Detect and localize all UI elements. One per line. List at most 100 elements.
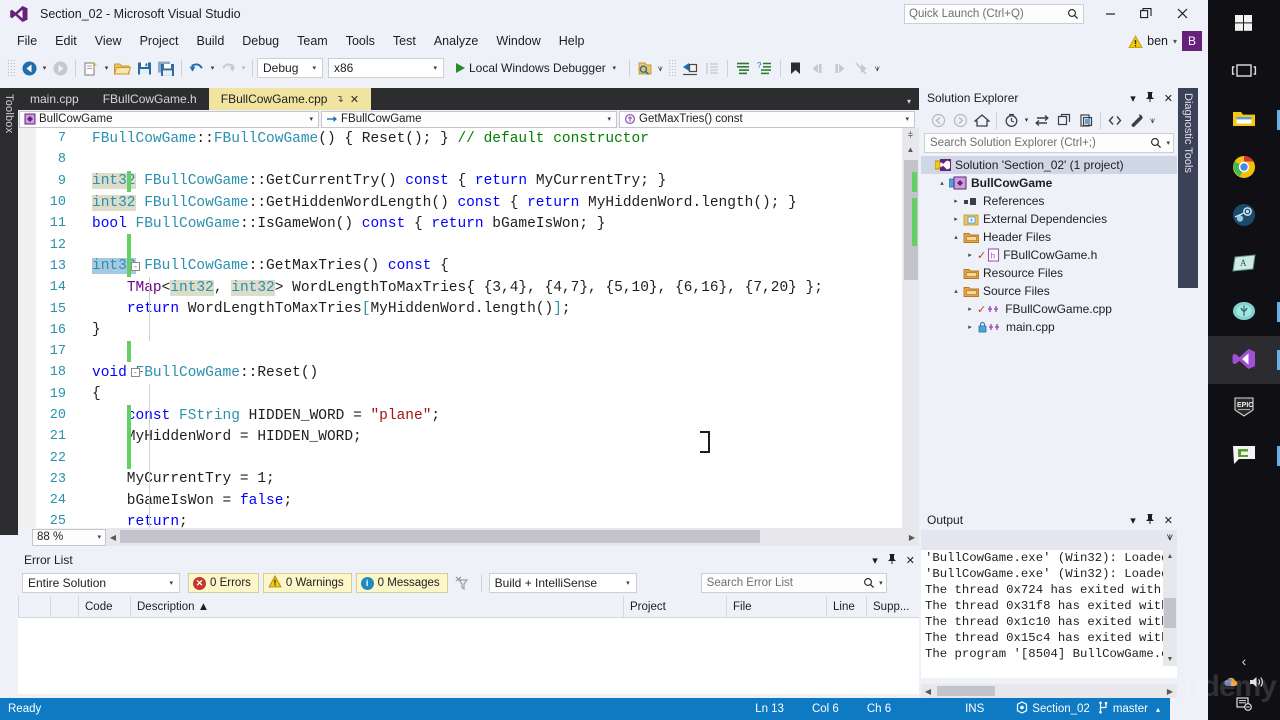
expander-icon[interactable]: ▸ — [963, 305, 977, 313]
pin-icon[interactable] — [1145, 91, 1155, 105]
next-bookmark-icon[interactable] — [829, 57, 851, 79]
redo-dropdown[interactable]: ▾ — [239, 64, 248, 72]
toolbox-tab[interactable]: Toolbox — [0, 88, 18, 535]
back-icon[interactable] — [927, 109, 949, 131]
notifications-icon[interactable] — [1235, 696, 1253, 714]
error-list-body[interactable] — [18, 618, 919, 694]
output-vertical-scrollbar[interactable]: ▲ ▼ — [1163, 550, 1177, 666]
new-project-icon[interactable] — [80, 57, 102, 79]
sync-with-active-document-icon[interactable] — [1031, 109, 1053, 131]
expander-icon[interactable]: ▴ — [949, 233, 963, 241]
scroll-right-arrow-icon[interactable]: ▶ — [905, 533, 919, 542]
menu-item-window[interactable]: Window — [487, 32, 549, 50]
bookmark-icon[interactable] — [785, 57, 807, 79]
warning-triangle-icon[interactable] — [1128, 35, 1142, 48]
close-icon[interactable]: ✕ — [906, 554, 915, 567]
scroll-left-arrow-icon[interactable]: ◀ — [106, 533, 120, 542]
menu-item-test[interactable]: Test — [384, 32, 425, 50]
scroll-left-arrow-icon[interactable]: ◀ — [921, 687, 935, 696]
taskbar-item-file-explorer[interactable] — [1208, 96, 1280, 144]
taskbar-item-windows-start[interactable] — [1208, 0, 1280, 48]
menu-item-team[interactable]: Team — [288, 32, 337, 50]
open-file-icon[interactable] — [111, 57, 133, 79]
volume-icon[interactable] — [1248, 675, 1265, 692]
close-icon[interactable]: ✕ — [350, 93, 359, 106]
avatar[interactable]: B — [1182, 31, 1202, 51]
zoom-level-combo[interactable]: 88 % ▾ — [32, 529, 106, 546]
preview-selected-items-icon[interactable] — [1075, 109, 1097, 131]
taskbar-item-camtasia[interactable] — [1208, 432, 1280, 480]
column-header-suppression[interactable]: Supp... — [866, 596, 919, 618]
taskbar-item-steam[interactable] — [1208, 192, 1280, 240]
column-header-file[interactable]: File — [726, 596, 826, 618]
menu-item-file[interactable]: File — [8, 32, 46, 50]
step-into-icon[interactable] — [679, 57, 701, 79]
navigate-back-dropdown[interactable]: ▾ — [40, 64, 49, 72]
tree-item-project-bullcowgame[interactable]: ▴ BullCowGame — [921, 174, 1177, 192]
new-project-dropdown[interactable]: ▾ — [102, 64, 111, 72]
pin-icon[interactable] — [1145, 513, 1155, 527]
expander-icon[interactable]: ▴ — [935, 179, 949, 187]
toolbar-overflow-icon[interactable]: ⩛ — [1167, 531, 1173, 544]
show-all-files-icon[interactable] — [1104, 109, 1126, 131]
toolbar-overflow-icon[interactable]: ⩛ — [873, 63, 882, 74]
find-in-files-icon[interactable] — [634, 57, 656, 79]
tree-item-external-dependencies[interactable]: ▸ External Dependencies — [921, 210, 1177, 228]
close-icon[interactable]: ✕ — [1164, 514, 1173, 527]
scroll-down-arrow-icon[interactable]: ▼ — [1163, 653, 1177, 666]
tree-item-solution[interactable]: Solution 'Section_02' (1 project) — [921, 156, 1177, 174]
taskbar-item-epic-games[interactable]: EPIC — [1208, 384, 1280, 432]
solution-platform-combo[interactable]: x86 ▾ — [328, 58, 444, 78]
restore-button[interactable] — [1128, 2, 1164, 24]
build-filter-combo[interactable]: Build + IntelliSense ▾ — [489, 573, 637, 593]
toolbar-overflow-icon[interactable]: ⩛ — [656, 63, 665, 74]
previous-bookmark-icon[interactable] — [807, 57, 829, 79]
taskbar-item-unreal-engine[interactable] — [1208, 288, 1280, 336]
pin-icon[interactable]: ↴ — [335, 94, 343, 105]
chevron-down-icon[interactable]: ▾ — [875, 579, 883, 587]
panel-menu-icon[interactable]: ▾ — [1130, 514, 1136, 527]
menu-item-analyze[interactable]: Analyze — [425, 32, 487, 50]
undo-dropdown[interactable]: ▾ — [208, 64, 217, 72]
toolbar-grip[interactable] — [668, 59, 676, 77]
save-all-icon[interactable] — [155, 57, 177, 79]
scroll-up-arrow-icon[interactable]: ▲ — [1163, 550, 1177, 563]
start-debugging-button[interactable]: Local Windows Debugger ▾ — [452, 61, 623, 75]
editor-vertical-scrollbar[interactable]: ⫩ ▲ — [902, 128, 919, 528]
expander-icon[interactable]: ▸ — [963, 251, 977, 259]
column-header-line[interactable]: Line — [826, 596, 866, 618]
scroll-up-arrow-icon[interactable]: ▲ — [902, 142, 919, 156]
tree-item-main-cpp[interactable]: ▸ main.cpp — [921, 318, 1177, 336]
taskbar-item-visual-studio[interactable] — [1208, 336, 1280, 384]
fold-toggle-icon[interactable]: - — [131, 368, 140, 377]
tree-item-source-files[interactable]: ▴ Source Files — [921, 282, 1177, 300]
split-view-icon[interactable]: ⫩ — [902, 128, 919, 142]
chevron-down-icon[interactable]: ▾ — [1162, 139, 1170, 147]
toolbar-grip[interactable] — [7, 59, 15, 77]
user-name[interactable]: ben — [1147, 34, 1168, 48]
chevron-down-icon[interactable]: ▾ — [1173, 37, 1177, 46]
toolbar-overflow-icon[interactable]: ⩛ — [1148, 115, 1157, 126]
close-icon[interactable]: ✕ — [1164, 92, 1173, 105]
expander-icon[interactable]: ▸ — [949, 197, 963, 205]
warnings-filter-button[interactable]: 0 Warnings — [263, 573, 352, 593]
column-header-description[interactable]: Description ▲ — [130, 596, 623, 618]
column-header-icon[interactable] — [18, 596, 50, 618]
editor-horizontal-scrollbar[interactable]: ◀ ▶ — [106, 528, 919, 546]
menu-item-tools[interactable]: Tools — [337, 32, 384, 50]
column-header-project[interactable]: Project — [623, 596, 726, 618]
scroll-right-arrow-icon[interactable]: ▶ — [1163, 687, 1177, 696]
solution-configuration-combo[interactable]: Debug ▾ — [257, 58, 323, 78]
quick-launch-input[interactable]: Quick Launch (Ctrl+Q) — [904, 4, 1084, 24]
diagnostic-tools-tab[interactable]: Diagnostic Tools — [1178, 88, 1198, 288]
minimize-button[interactable] — [1092, 2, 1128, 24]
home-icon[interactable] — [971, 109, 993, 131]
expander-icon[interactable]: ▸ — [949, 215, 963, 223]
chevron-up-icon[interactable]: ‹ — [1242, 653, 1247, 669]
onedrive-icon[interactable] — [1223, 676, 1239, 691]
column-header-code[interactable]: Code — [78, 596, 130, 618]
output-horizontal-scrollbar[interactable]: ◀ ▶ — [921, 684, 1177, 698]
save-icon[interactable] — [133, 57, 155, 79]
menu-item-build[interactable]: Build — [187, 32, 233, 50]
taskbar-item-chrome[interactable] — [1208, 144, 1280, 192]
